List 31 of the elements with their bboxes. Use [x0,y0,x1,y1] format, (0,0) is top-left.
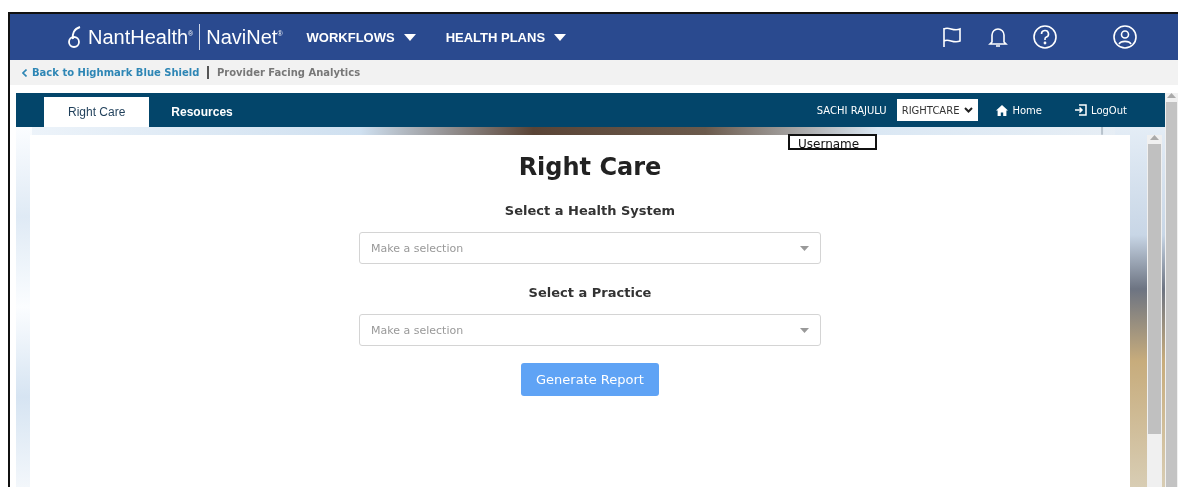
role-select[interactable]: RIGHTCARE [896,99,979,121]
user-name: SACHI RAJULU [816,104,887,116]
user-icon[interactable] [1112,24,1138,50]
caret-down-icon [800,327,809,333]
logo-product: NaviNet$^{®}$ [206,25,283,49]
username-annotation: Username [788,134,877,150]
help-icon[interactable] [1032,24,1058,50]
scrollbar-thumb[interactable] [1166,102,1177,487]
page-title: Right Care [518,152,662,183]
home-link[interactable]: Home [996,104,1042,116]
tab[interactable]: Right Care [44,97,150,127]
flag-icon[interactable] [940,25,964,49]
logout-link[interactable]: LogOut [1074,104,1127,116]
caret-down-icon [403,33,416,41]
scrollbar-thumb[interactable] [1148,144,1161,434]
logo-brand: NantHealth$^{®}$ [88,25,194,49]
menu-button[interactable]: HEALTH PLANS [445,29,567,45]
logout-icon [1074,104,1087,116]
field-label: Select a Practice [528,284,652,302]
chevron-left-icon [22,68,27,77]
tab[interactable]: Resources [149,97,255,127]
caret-down-icon [800,245,809,251]
breadcrumb-current: Provider Facing Analytics [216,67,361,78]
bell-icon[interactable] [986,25,1010,49]
chevron-down-icon [964,107,974,113]
back-link[interactable]: Back to Highmark Blue Shield [22,67,200,78]
caret-down-icon [554,33,567,41]
home-icon [996,104,1009,116]
field-label: Select a Health System [504,202,676,220]
menu-button[interactable]: WORKFLOWS [306,29,416,45]
logo-mark-icon [68,26,82,48]
